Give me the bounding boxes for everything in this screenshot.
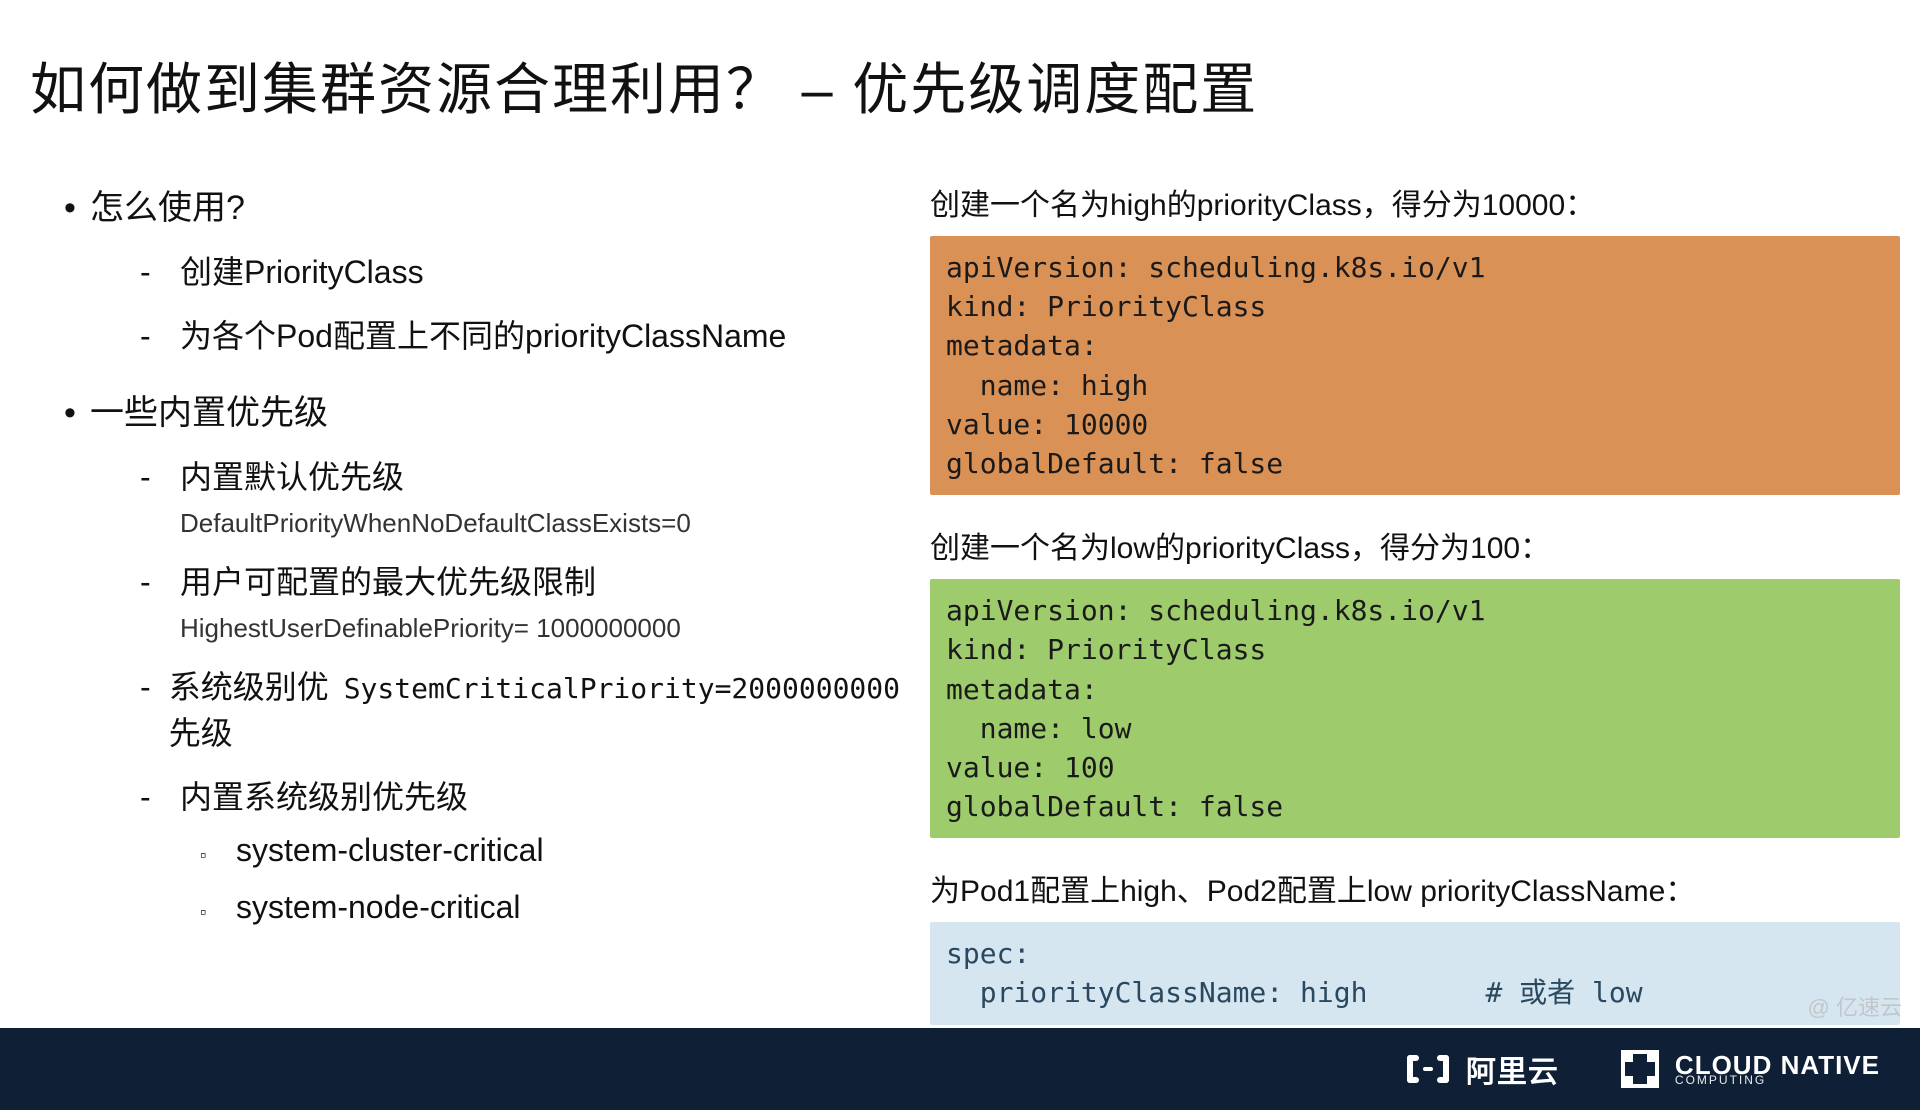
list-subitem-inline: SystemCriticalPriority=2000000000 — [344, 672, 900, 705]
left-column: • 怎么使用? - 创建PriorityClass - — [50, 180, 920, 1000]
square-icon: ▫ — [200, 902, 236, 923]
dash-icon: - — [140, 318, 180, 355]
code-block-pod: spec: priorityClassName: high # 或者 low — [930, 922, 1900, 1024]
list-subitem-label: 用户可配置的最大优先级限制 — [180, 557, 596, 603]
list-item: • 一些内置优先级 - 内置默认优先级 DefaultPriorityWhenN… — [50, 385, 900, 926]
code-caption: 创建一个名为high的priorityClass，得分为10000： — [930, 180, 1900, 224]
list-subitem-detail: DefaultPriorityWhenNoDefaultClassExists=… — [180, 508, 900, 539]
list-subitem-label: 内置默认优先级 — [180, 452, 404, 498]
list-subitem: - 内置默认优先级 DefaultPriorityWhenNoDefaultCl… — [140, 452, 900, 539]
slide-title: 如何做到集群资源合理利用？ – 优先级调度配置 — [30, 45, 1258, 126]
code-block-low: apiVersion: scheduling.k8s.io/v1 kind: P… — [930, 579, 1900, 838]
list-subitem: - 创建PriorityClass — [140, 247, 900, 293]
list-sub2item-label: system-cluster-critical — [236, 832, 544, 869]
list-subitem: - 为各个Pod配置上不同的priorityClassName — [140, 311, 900, 357]
list-item: • 怎么使用? - 创建PriorityClass - — [50, 180, 900, 357]
bullet-icon: • — [50, 189, 90, 228]
brand-aliyun-label: 阿里云 — [1466, 1047, 1559, 1091]
list-item-label: 怎么使用? — [90, 180, 245, 229]
list-subitem-label: 系统级别优先级 — [169, 662, 330, 754]
list-subitem-detail: HighestUserDefinablePriority= 1000000000 — [180, 613, 900, 644]
bullet-list: • 怎么使用? - 创建PriorityClass - — [50, 180, 900, 926]
list-sub2item: ▫ system-node-critical — [200, 889, 900, 926]
dash-icon: - — [140, 459, 180, 496]
code-section-low: 创建一个名为low的priorityClass，得分为100： apiVersi… — [930, 523, 1900, 838]
list-item-label: 一些内置优先级 — [90, 385, 328, 434]
square-icon: ▫ — [200, 845, 236, 866]
list-subitem-label: 创建PriorityClass — [180, 247, 424, 293]
code-caption: 为Pod1配置上high、Pod2配置上low priorityClassNam… — [930, 866, 1900, 910]
code-section-pod: 为Pod1配置上high、Pod2配置上low priorityClassNam… — [930, 866, 1900, 1024]
list-subitem: - 内置系统级别优先级 ▫ system-cluster-critical ▫ — [140, 772, 900, 926]
list-subitem-label: 为各个Pod配置上不同的priorityClassName — [180, 311, 786, 357]
dash-icon: - — [140, 669, 169, 706]
slide-body: • 怎么使用? - 创建PriorityClass - — [50, 180, 1900, 1000]
brand-cncf-bottom: COMPUTING — [1675, 1074, 1880, 1086]
dash-icon: - — [140, 254, 180, 291]
cncf-logo-icon — [1619, 1048, 1661, 1090]
dash-icon: - — [140, 564, 180, 601]
list-sub2item-label: system-node-critical — [236, 889, 521, 926]
brand-aliyun: 阿里云 — [1404, 1047, 1559, 1091]
slide: 如何做到集群资源合理利用？ – 优先级调度配置 • 怎么使用? - 创建Prio… — [0, 0, 1920, 1110]
code-block-high: apiVersion: scheduling.k8s.io/v1 kind: P… — [930, 236, 1900, 495]
aliyun-logo-icon — [1404, 1051, 1452, 1087]
brand-cncf: CLOUD NATIVE COMPUTING — [1619, 1048, 1880, 1090]
code-caption: 创建一个名为low的priorityClass，得分为100： — [930, 523, 1900, 567]
list-subitem-label: 内置系统级别优先级 — [180, 772, 468, 818]
dash-icon: - — [140, 779, 180, 816]
list-subitem: - 系统级别优先级 SystemCriticalPriority=2000000… — [140, 662, 900, 754]
footer-bar: 阿里云 CLOUD NATIVE COMPUTING — [0, 1028, 1920, 1110]
watermark: @ 亿速云 — [1808, 990, 1902, 1022]
list-sub2item: ▫ system-cluster-critical — [200, 832, 900, 869]
right-column: 创建一个名为high的priorityClass，得分为10000： apiVe… — [920, 180, 1900, 1000]
bullet-icon: • — [50, 394, 90, 433]
list-subitem: - 用户可配置的最大优先级限制 HighestUserDefinablePrio… — [140, 557, 900, 644]
code-section-high: 创建一个名为high的priorityClass，得分为10000： apiVe… — [930, 180, 1900, 495]
